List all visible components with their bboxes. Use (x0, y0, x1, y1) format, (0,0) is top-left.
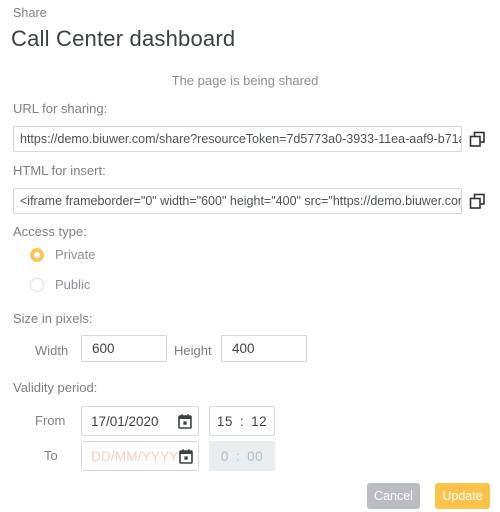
width-input[interactable]: 600 (81, 335, 167, 362)
radio-access-public[interactable]: Public (30, 277, 90, 292)
from-hour-value: 15 (216, 413, 233, 429)
to-label: To (44, 448, 58, 463)
radio-private-label: Private (55, 247, 96, 262)
size-in-pixels-label: Size in pixels: (13, 311, 93, 326)
share-html-input[interactable]: <iframe frameborder="0" width="600" heig… (13, 188, 462, 214)
calendar-icon[interactable] (178, 448, 193, 464)
width-label: Width (35, 343, 69, 358)
to-time-input: 0 : 00 (209, 441, 275, 471)
page-title: Call Center dashboard (11, 26, 236, 51)
to-date-placeholder: DD/MM/YYYY (91, 448, 179, 464)
shared-status-text: The page is being shared (171, 73, 319, 88)
copy-html-button[interactable] (466, 190, 488, 212)
from-date-value: 17/01/2020 (91, 413, 159, 429)
share-dialog: Share Call Center dashboard The page is … (0, 0, 500, 512)
to-minute-value: 00 (247, 448, 264, 464)
to-date-input[interactable]: DD/MM/YYYY (81, 441, 199, 471)
radio-public-label: Public (55, 277, 91, 292)
from-time-separator: : (239, 413, 245, 429)
copy-icon (469, 131, 486, 148)
from-time-input[interactable]: 15 : 12 (209, 406, 275, 436)
breadcrumb: Share (13, 6, 47, 20)
share-url-input[interactable]: https://demo.biuwer.com/share?resourceTo… (13, 126, 462, 152)
to-time-separator: : (235, 448, 241, 464)
radio-access-private[interactable]: Private (30, 247, 95, 262)
copy-url-button[interactable] (466, 128, 488, 150)
update-button[interactable]: Update (435, 483, 490, 509)
radio-public-mark (30, 277, 44, 292)
validity-period-label: Validity period: (13, 380, 98, 395)
to-hour-value: 0 (220, 448, 229, 464)
copy-icon (469, 193, 486, 210)
from-minute-value: 12 (251, 413, 268, 429)
height-input[interactable]: 400 (221, 335, 307, 362)
from-label: From (35, 413, 66, 428)
radio-private-mark (30, 247, 44, 262)
url-for-sharing-label: URL for sharing: (13, 101, 108, 116)
height-label: Height (174, 343, 212, 358)
calendar-icon[interactable] (178, 413, 192, 429)
html-for-insert-label: HTML for insert: (13, 163, 106, 178)
from-date-input[interactable]: 17/01/2020 (81, 406, 199, 436)
access-type-label: Access type: (13, 224, 87, 239)
cancel-button[interactable]: Cancel (367, 483, 420, 509)
